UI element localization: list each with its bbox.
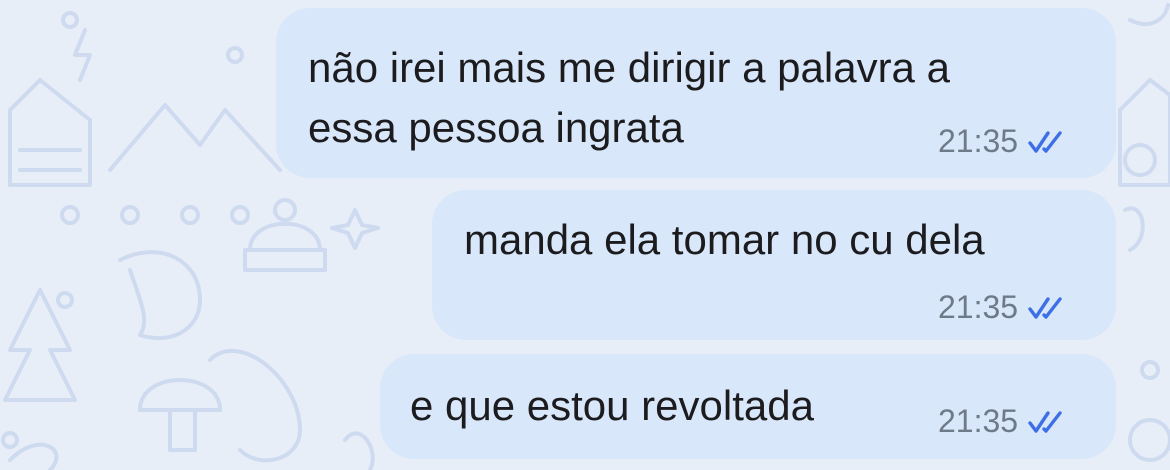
- message-bubble-3[interactable]: e que estou revoltada 21:35: [380, 354, 1116, 459]
- bolt-doodle: [73, 28, 92, 82]
- message-text-line: essa pessoa ingrata: [308, 104, 684, 151]
- double-check-read-icon: [1028, 297, 1062, 319]
- message-text-line: não irei mais me dirigir a palavra a: [308, 44, 950, 91]
- message-bubble-1[interactable]: não irei mais me dirigir a palavra a ess…: [276, 8, 1116, 178]
- double-check-read-icon: [1028, 411, 1062, 433]
- mountain-doodle: [108, 103, 282, 172]
- sparkle-doodle: [330, 208, 380, 250]
- message-time: 21:35: [938, 289, 1019, 325]
- message-meta: 21:35: [938, 121, 1066, 161]
- message-time: 21:35: [938, 403, 1019, 439]
- moon-doodle: [1128, 3, 1170, 26]
- beanie-doodle: [243, 221, 327, 272]
- message-text-line: manda ela tomar no cu dela: [464, 216, 985, 263]
- snowboard-doodle: [208, 348, 302, 463]
- mushroom-doodle: [138, 378, 222, 452]
- message-meta: 21:35: [938, 401, 1066, 441]
- message-meta: 21:35: [938, 287, 1066, 327]
- message-time: 21:35: [938, 123, 1019, 159]
- double-check-read-icon: [1028, 131, 1062, 153]
- message-bubble-2[interactable]: manda ela tomar no cu dela 21:35: [432, 190, 1116, 340]
- shrimp-doodle: [118, 250, 202, 341]
- message-text-line: e que estou revoltada: [410, 382, 814, 429]
